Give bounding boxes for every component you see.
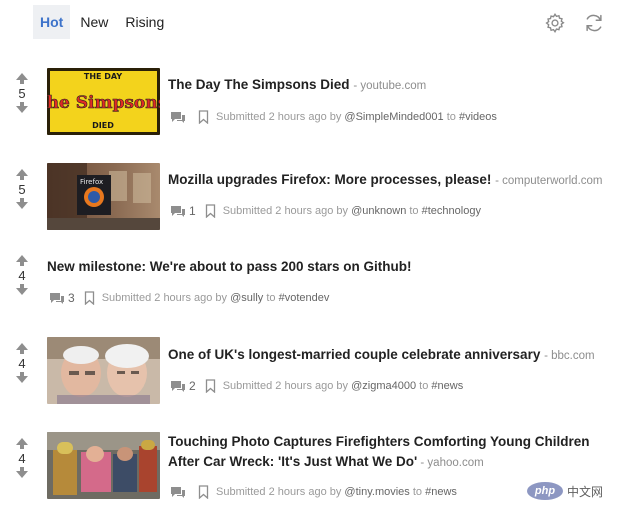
post-title[interactable]: Mozilla upgrades Firefox: More processes… [168, 172, 491, 187]
post-sub-link[interactable]: #news [425, 486, 457, 498]
downvote-icon[interactable] [16, 102, 28, 113]
post-title[interactable]: One of UK's longest-married couple celeb… [168, 347, 540, 362]
post-domain[interactable]: - bbc.com [544, 350, 595, 362]
upvote-icon[interactable] [16, 73, 28, 84]
submitted-text: Submitted 2 hours ago by [216, 486, 342, 498]
php-logo: php [527, 482, 563, 500]
submitted-text: Submitted 2 hours ago by [222, 380, 349, 392]
submitted-text: Submitted 2 hours ago by [216, 111, 342, 123]
comment-count[interactable]: 2 [189, 379, 196, 393]
to-label: to [446, 111, 456, 123]
post-sub-link[interactable]: #votendev [279, 292, 330, 304]
thumb-caption: the Simpsons [47, 93, 160, 113]
post-score: 4 [18, 268, 26, 283]
settings-button[interactable] [544, 12, 566, 34]
post-domain[interactable]: - youtube.com [353, 80, 426, 92]
post-meta: Submitted 2 hours ago by @SimpleMinded00… [170, 109, 497, 125]
comment-count[interactable]: 1 [189, 204, 196, 218]
post-title[interactable]: Touching Photo Captures Firefighters Com… [168, 434, 590, 449]
comment-icon[interactable] [49, 292, 65, 305]
post-meta: 3 Submitted 2 hours ago by @sully to #vo… [49, 290, 329, 306]
bookmark-icon[interactable] [205, 379, 216, 393]
post-sub-link[interactable]: #videos [459, 111, 497, 123]
post-title-line: Mozilla upgrades Firefox: More processes… [168, 170, 603, 191]
post-meta: Submitted 2 hours ago by @tiny.movies to… [170, 484, 457, 500]
post-title-line: Touching Photo Captures Firefighters Com… [168, 432, 590, 473]
vote-controls: 4 [12, 255, 32, 295]
post-user-link[interactable]: @sully [230, 292, 263, 304]
downvote-icon[interactable] [16, 372, 28, 383]
to-label: to [409, 205, 419, 217]
post-meta: 1 Submitted 2 hours ago by @unknown to #… [170, 203, 481, 219]
to-label: to [419, 380, 429, 392]
post-thumbnail[interactable]: THE DAY the Simpsons DIED [47, 68, 160, 135]
post-user-link[interactable]: @tiny.movies [344, 486, 409, 498]
post-domain[interactable]: - computerworld.com [495, 175, 602, 187]
to-label: to [412, 486, 423, 498]
bookmark-icon[interactable] [198, 485, 209, 499]
post-user-link[interactable]: @unknown [351, 205, 406, 217]
refresh-button[interactable] [583, 12, 605, 34]
upvote-icon[interactable] [16, 438, 28, 449]
to-label: to [266, 292, 276, 304]
comment-icon[interactable] [170, 486, 186, 499]
post-sub-link[interactable]: #news [431, 380, 463, 392]
post-thumbnail[interactable]: Firefox [47, 163, 160, 230]
post-meta: 2 Submitted 2 hours ago by @zigma4000 to… [170, 378, 463, 394]
upvote-icon[interactable] [16, 255, 28, 266]
thumb-caption: THE DAY [84, 72, 122, 81]
post-title-line: One of UK's longest-married couple celeb… [168, 345, 595, 366]
post-score: 4 [18, 451, 26, 466]
bookmark-icon[interactable] [198, 110, 209, 124]
thumb-caption: DIED [92, 121, 114, 130]
tab-new[interactable]: New [73, 5, 115, 39]
sort-tabs: Hot New Rising [33, 5, 174, 39]
upvote-icon[interactable] [16, 169, 28, 180]
post-title-line: The Day The Simpsons Died - youtube.com [168, 75, 426, 96]
downvote-icon[interactable] [16, 467, 28, 478]
tab-rising[interactable]: Rising [118, 5, 171, 39]
post-domain[interactable]: - yahoo.com [417, 457, 483, 469]
bookmark-icon[interactable] [84, 291, 95, 305]
gear-icon [545, 13, 565, 34]
refresh-icon [586, 14, 602, 32]
site-watermark: php 中文网 [527, 482, 603, 500]
post-user-link[interactable]: @zigma4000 [351, 380, 416, 392]
bookmark-icon[interactable] [205, 204, 216, 218]
post-title[interactable]: The Day The Simpsons Died [168, 77, 350, 92]
comment-icon[interactable] [170, 205, 186, 218]
post-title-continued[interactable]: After Car Wreck: 'It's Just What We Do' [168, 454, 417, 469]
downvote-icon[interactable] [16, 198, 28, 209]
downvote-icon[interactable] [16, 284, 28, 295]
vote-controls: 5 [12, 73, 32, 113]
comment-icon[interactable] [170, 111, 186, 124]
vote-controls: 4 [12, 438, 32, 478]
post-user-link[interactable]: @SimpleMinded001 [344, 111, 443, 123]
post-title-line: New milestone: We're about to pass 200 s… [47, 257, 412, 277]
post-score: 5 [18, 182, 26, 197]
post-sub-link[interactable]: #technology [422, 205, 481, 217]
vote-controls: 4 [12, 343, 32, 383]
tab-hot[interactable]: Hot [33, 5, 71, 39]
post-score: 5 [18, 86, 26, 101]
comment-icon[interactable] [170, 380, 186, 393]
post-thumbnail[interactable] [47, 337, 160, 404]
post-title[interactable]: New milestone: We're about to pass 200 s… [47, 259, 412, 274]
upvote-icon[interactable] [16, 343, 28, 354]
post-score: 4 [18, 356, 26, 371]
thumb-caption: Firefox [80, 178, 103, 186]
submitted-text: Submitted 2 hours ago by [101, 292, 228, 304]
post-thumbnail[interactable] [47, 432, 160, 499]
submitted-text: Submitted 2 hours ago by [222, 205, 349, 217]
watermark-text: 中文网 [567, 484, 604, 499]
vote-controls: 5 [12, 169, 32, 209]
comment-count[interactable]: 3 [68, 291, 75, 305]
